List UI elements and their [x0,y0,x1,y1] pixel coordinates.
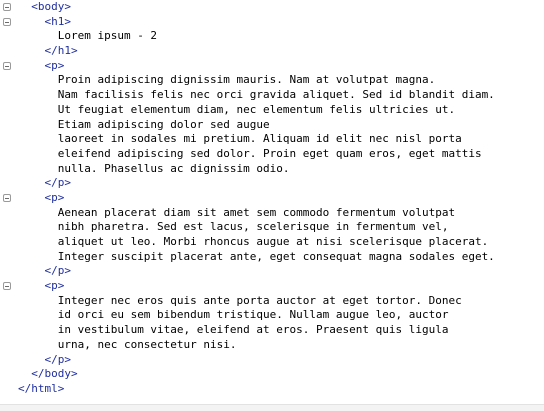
text-token: id orci eu sem bibendum tristique. Nulla… [57,308,449,322]
text-token: nulla. Phasellus ac dignissim odio. [57,161,290,175]
code-area[interactable]: <body> <h1> Lorem ipsum - 2 </h1> <p> Proin a… [0,0,544,397]
code-line-tag: </html> [0,382,544,397]
code-line-text: id orci eu sem bibendum tristique. Nulla… [0,308,544,323]
text-token: Nam facilisis felis nec orci gravida ali… [57,88,495,102]
text-token: nibh pharetra. Sed est lacus, scelerisqu… [57,220,449,234]
html-tag-token: <body> [31,0,71,13]
editor-bottom-edge [0,404,544,411]
code-line-tag: </h1> [0,44,544,59]
code-editor[interactable]: <body> <h1> Lorem ipsum - 2 </h1> <p> Proin a… [0,0,544,411]
text-token: Integer nec eros quis ante porta auctor … [57,293,462,307]
code-line-text: Integer nec eros quis ante porta auctor … [0,294,544,309]
text-token: Aenean placerat diam sit amet sem commod… [57,205,456,219]
text-token: urna, nec consectetur nisi. [57,337,237,351]
text-token: Proin adipiscing dignissim mauris. Nam a… [57,73,436,87]
text-token: laoreet in sodales mi pretium. Aliquam i… [57,132,462,146]
text-token: Integer suscipit placerat ante, eget con… [57,249,495,263]
text-token: aliquet ut leo. Morbi rhoncus augue at n… [57,235,489,248]
html-tag-token: <h1> [44,14,71,28]
text-token: eleifend adipiscing sed dolor. Proin ege… [57,146,482,160]
code-line-text: Nam facilisis felis nec orci gravida ali… [0,88,544,103]
code-line-text: Lorem ipsum - 2 [0,29,544,44]
code-line-tag: <p> [0,279,544,294]
code-line-tag: </p> [0,353,544,368]
code-line-text: in vestibulum vitae, eleifend at eros. P… [0,323,544,338]
code-line-text: nibh pharetra. Sed est lacus, scelerisqu… [0,220,544,235]
html-tag-token: </p> [44,352,71,366]
html-tag-token: <p> [44,58,65,72]
code-line-text: Aenean placerat diam sit amet sem commod… [0,206,544,221]
code-line-text: laoreet in sodales mi pretium. Aliquam i… [0,132,544,147]
code-line-text: Etiam adipiscing dolor sed augue [0,118,544,133]
code-line-text: urna, nec consectetur nisi. [0,338,544,353]
code-line-text: aliquet ut leo. Morbi rhoncus augue at n… [0,235,544,250]
code-line-tag: </p> [0,176,544,191]
code-line-tag: </p> [0,264,544,279]
html-tag-token: <p> [44,279,65,293]
html-tag-token: </p> [44,176,71,190]
code-line-text: Ut feugiat elementum diam, nec elementum… [0,103,544,118]
html-tag-token: </html> [18,381,65,395]
text-token: Ut feugiat elementum diam, nec elementum… [57,102,456,116]
html-tag-token: </h1> [44,44,78,58]
code-line-tag: <p> [0,191,544,206]
code-line-tag: <h1> [0,15,544,30]
html-tag-token: </p> [44,264,71,278]
text-token: Etiam adipiscing dolor sed augue [57,117,270,131]
text-token: Lorem ipsum - 2 [57,29,158,43]
code-line-text: Proin adipiscing dignissim mauris. Nam a… [0,73,544,88]
code-line-text: nulla. Phasellus ac dignissim odio. [0,162,544,177]
text-token: in vestibulum vitae, eleifend at eros. P… [57,323,449,337]
code-line-tag: <p> [0,59,544,74]
code-line-text: Integer suscipit placerat ante, eget con… [0,250,544,265]
html-tag-token: <p> [44,190,65,204]
code-line-text: eleifend adipiscing sed dolor. Proin ege… [0,147,544,162]
html-tag-token: </body> [31,367,78,381]
code-line-tag: </body> [0,367,544,382]
code-line-tag: <body> [0,0,544,15]
